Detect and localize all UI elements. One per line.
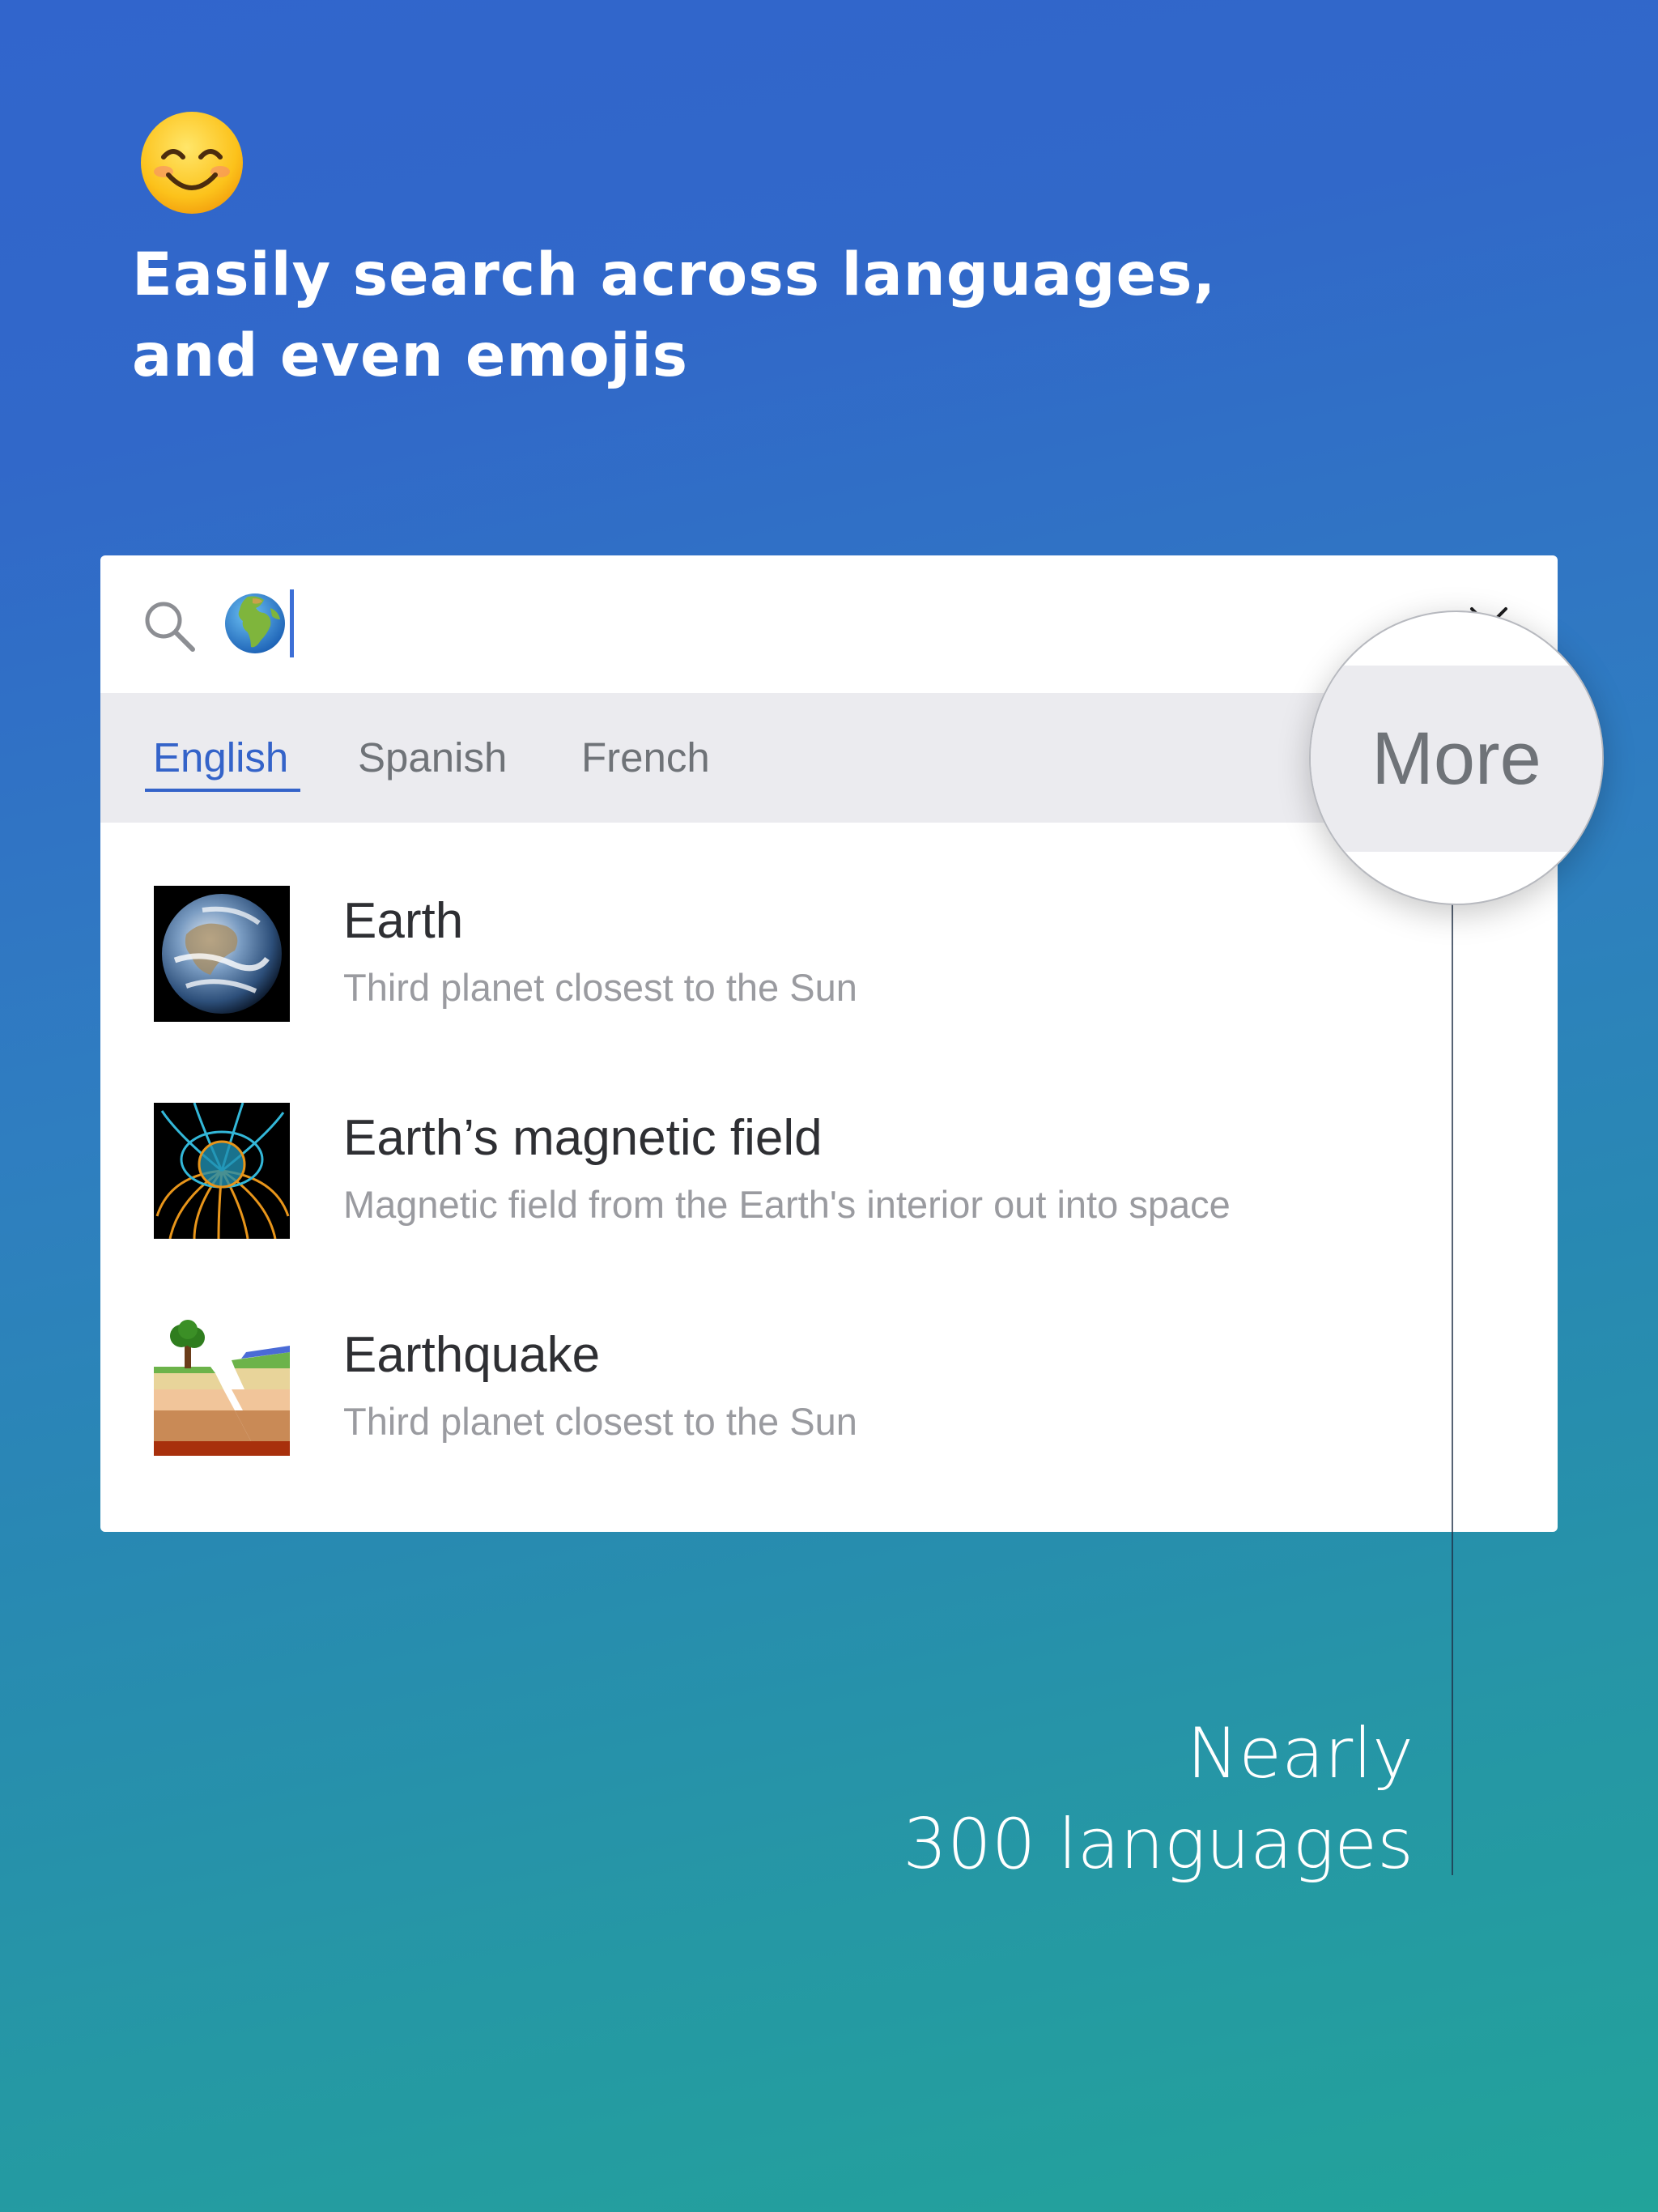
tab-french[interactable]: French [581,693,710,823]
active-tab-indicator [145,789,300,792]
result-description: Third planet closest to the Sun [343,966,857,1009]
search-input[interactable] [223,586,294,661]
result-description: Magnetic field from the Earth's interior… [343,1183,1231,1226]
globe-emoji-icon [225,593,285,653]
earthquake-thumbnail [154,1320,290,1456]
languages-callout: Nearly 300 languages [903,1708,1414,1890]
magnetic-field-thumbnail [154,1103,290,1239]
callout-line-1: Nearly [1186,1713,1414,1794]
earth-thumbnail [154,886,290,1022]
headline: Easily search across languages, and even… [132,235,1346,397]
tab-spanish[interactable]: Spanish [358,693,507,823]
tab-english[interactable]: English [153,693,288,823]
smiling-face-emoji-icon [141,112,243,214]
search-icon [145,602,195,652]
more-magnifier-bubble: More [1309,610,1604,905]
callout-pointer-line [1452,904,1453,1875]
headline-line-1: Easily search across languages, [132,240,1217,309]
headline-line-2: and even emojis [132,321,689,390]
more-languages-button[interactable]: More [1311,666,1602,852]
text-caret [290,589,294,657]
result-item-magnetic-field[interactable]: Earth’s magnetic field Magnetic field fr… [100,1103,1558,1297]
result-title: Earth’s magnetic field [343,1110,823,1166]
result-title: Earthquake [343,1327,601,1383]
result-description: Third planet closest to the Sun [343,1400,857,1443]
result-item-earthquake[interactable]: Earthquake Third planet closest to the S… [100,1320,1558,1514]
result-title: Earth [343,893,464,949]
result-item-earth[interactable]: Earth Third planet closest to the Sun [100,886,1558,1080]
callout-line-2: 300 languages [903,1804,1414,1885]
